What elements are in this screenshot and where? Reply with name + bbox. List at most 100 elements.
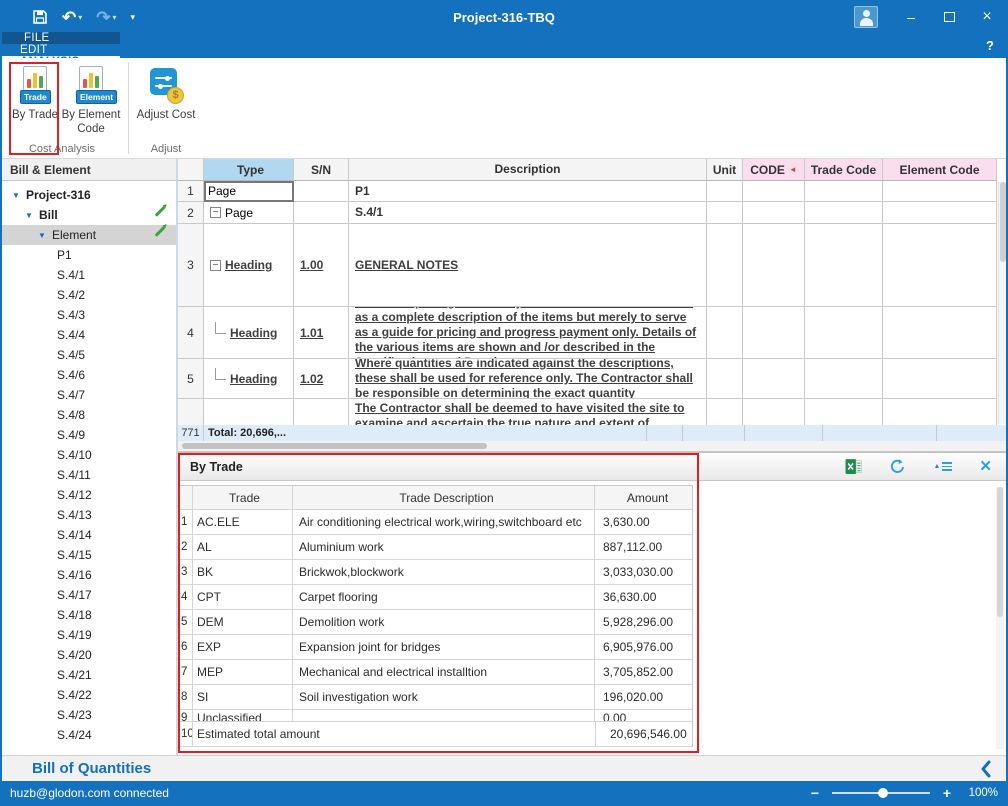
tree-item[interactable]: ▼ Bill (2, 205, 176, 225)
scrollbar-thumb[interactable] (1000, 182, 1006, 262)
zoom-out-button[interactable]: − (808, 785, 822, 801)
tree-item[interactable]: S.4/1 (2, 265, 176, 285)
panel-close-icon[interactable]: ✕ (979, 459, 992, 474)
by-trade-row[interactable]: 1 AC.ELE Air conditioning electrical wor… (179, 510, 692, 535)
grid-row[interactable]: 2 −Page S.4/1 (178, 202, 1006, 224)
collapse-icon[interactable]: − (210, 207, 221, 218)
tree-item[interactable]: S.4/24 (2, 725, 176, 745)
tree-item[interactable]: S.4/13 (2, 505, 176, 525)
collapse-chevron-left-icon[interactable] (980, 760, 992, 783)
tree-item[interactable]: S.4/22 (2, 685, 176, 705)
by-trade-row[interactable]: 3 BK Brickwok,blockwork 3,033,030.00 (179, 560, 692, 585)
column-header-trade[interactable]: Trade (193, 486, 293, 510)
grid-row[interactable]: 5 Heading 1.02 Where quantities are indi… (178, 359, 1006, 399)
scrollbar-thumb[interactable] (182, 443, 487, 449)
tree-item[interactable]: S.4/16 (2, 565, 176, 585)
by-trade-row[interactable]: 4 CPT Carpet flooring 36,630.00 (179, 585, 692, 610)
minimize-button[interactable]: – (892, 4, 930, 30)
tree-item[interactable]: S.4/5 (2, 345, 176, 365)
help-icon[interactable]: ? (986, 32, 994, 58)
by-trade-button[interactable]: Trade By Trade (10, 64, 60, 143)
vertical-scrollbar[interactable] (998, 182, 1006, 424)
by-trade-row[interactable]: 10 Estimated total amount 20,696,546.00 (179, 722, 692, 747)
tree-item[interactable]: S.4/14 (2, 525, 176, 545)
row-header-corner (178, 159, 204, 181)
close-button[interactable]: × (968, 4, 1006, 30)
column-header-trade-description[interactable]: Trade Description (293, 486, 595, 510)
refresh-icon[interactable] (889, 458, 906, 475)
tree-item[interactable]: S.4/8 (2, 405, 176, 425)
redo-dropdown-icon[interactable]: ▾ (113, 13, 117, 22)
user-account-icon[interactable] (854, 6, 878, 28)
zoom-slider[interactable] (832, 792, 930, 794)
filter-marker-icon: ◄ (789, 165, 797, 174)
edit-pencil-icon[interactable] (155, 226, 166, 237)
grid-row[interactable]: The Contractor shall be deemed to have v… (178, 399, 1006, 425)
ribbon-tab[interactable]: EDIT (2, 44, 120, 56)
column-header-description[interactable]: Description (349, 159, 707, 181)
grid-row[interactable]: 1 Page P1 (178, 181, 1006, 202)
panel-vertical-scrollbar[interactable] (996, 487, 1004, 749)
bill-element-sidebar: Bill & Element ▼ Project-316 ▼ Bill (2, 159, 178, 755)
element-chart-icon: Element (76, 66, 106, 106)
tree-item[interactable]: S.4/18 (2, 605, 176, 625)
tree-item[interactable]: S.4/20 (2, 645, 176, 665)
grid-row[interactable]: 3 −Heading 1.00 GENERAL NOTES (178, 224, 1006, 307)
collapse-icon[interactable]: − (210, 260, 221, 271)
export-excel-icon[interactable] (845, 458, 862, 475)
ribbon-tab[interactable]: FILE (2, 32, 120, 44)
tree-item[interactable]: ▼ Project-316 (2, 185, 176, 205)
column-header-type[interactable]: Type (204, 159, 294, 181)
chevron-down-icon[interactable]: ▼ (12, 191, 26, 200)
by-trade-row[interactable]: 7 MEP Mechanical and electrical installt… (179, 660, 692, 685)
horizontal-scrollbar[interactable] (178, 441, 1006, 451)
chevron-down-icon[interactable]: ▼ (25, 211, 39, 220)
column-header-unit[interactable]: Unit (707, 159, 743, 181)
ribbon-toolbar: Trade By Trade Element By Element Code C… (2, 58, 1006, 159)
customize-toolbar-icon[interactable]: ▾ (131, 13, 136, 22)
tree-item[interactable]: S.4/3 (2, 305, 176, 325)
tree-item[interactable]: S.4/10 (2, 445, 176, 465)
zoom-in-button[interactable]: + (940, 785, 954, 801)
tree-item[interactable]: S.4/2 (2, 285, 176, 305)
column-header-sn[interactable]: S/N (294, 159, 349, 181)
adjust-cost-button[interactable]: $ Adjust Cost (135, 64, 197, 143)
save-icon[interactable] (32, 9, 48, 25)
column-header-code[interactable]: CODE◄ (743, 159, 805, 181)
tree-item[interactable]: S.4/17 (2, 585, 176, 605)
tree-item[interactable]: S.4/6 (2, 365, 176, 385)
by-trade-panel: By Trade ▲ ✕ (178, 452, 1006, 755)
window-controls: – × (854, 4, 1006, 30)
tree-item[interactable]: S.4/19 (2, 625, 176, 645)
sort-list-icon[interactable]: ▲ (933, 462, 952, 471)
maximize-button[interactable] (930, 4, 968, 30)
column-header-amount[interactable]: Amount (595, 486, 692, 510)
column-header-trade-code[interactable]: Trade Code (805, 159, 883, 181)
edit-pencil-icon[interactable] (155, 206, 166, 217)
scrollbar-thumb[interactable] (997, 487, 1003, 617)
redo-button[interactable]: ↷▾ (96, 9, 116, 26)
tree-item[interactable]: S.4/12 (2, 485, 176, 505)
tree-item[interactable]: ▼ Element (2, 225, 176, 245)
by-trade-row[interactable]: 5 DEM Demolition work 5,928,296.00 (179, 610, 692, 635)
tree-item[interactable]: S.4/21 (2, 665, 176, 685)
tree-item[interactable]: S.4/7 (2, 385, 176, 405)
tree-item[interactable]: S.4/4 (2, 325, 176, 345)
by-trade-row[interactable]: 2 AL Aluminium work 887,112.00 (179, 535, 692, 560)
undo-dropdown-icon[interactable]: ▾ (78, 13, 82, 22)
undo-button[interactable]: ↶▾ (62, 9, 82, 26)
by-trade-row[interactable]: 9 Unclassified 0.00 (179, 710, 692, 722)
grid-row[interactable]: 4 Heading 1.01 The description given for… (178, 307, 1006, 359)
by-trade-row[interactable]: 8 SI Soil investigation work 196,020.00 (179, 685, 692, 710)
adjust-cost-icon: $ (146, 66, 186, 106)
column-header-element-code[interactable]: Element Code (883, 159, 997, 181)
tree-item[interactable]: S.4/9 (2, 425, 176, 445)
tree-item[interactable]: S.4/11 (2, 465, 176, 485)
zoom-slider-thumb[interactable] (878, 788, 888, 798)
by-element-code-button[interactable]: Element By Element Code (60, 64, 122, 143)
tree-item[interactable]: S.4/15 (2, 545, 176, 565)
tree-item[interactable]: S.4/23 (2, 705, 176, 725)
chevron-down-icon[interactable]: ▼ (38, 231, 52, 240)
by-trade-row[interactable]: 6 EXP Expansion joint for bridges 6,905,… (179, 635, 692, 660)
tree-item[interactable]: P1 (2, 245, 176, 265)
